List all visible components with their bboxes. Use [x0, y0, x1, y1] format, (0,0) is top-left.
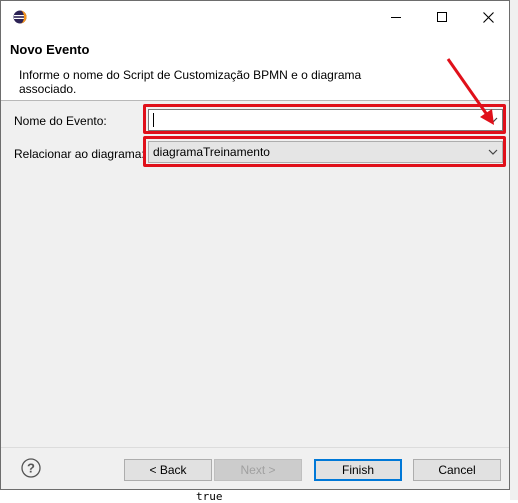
diagram-select[interactable]: diagramaTreinamento	[148, 141, 503, 163]
new-event-dialog: Novo Evento Informe o nome do Script de …	[0, 0, 510, 490]
svg-text:?: ?	[27, 461, 35, 476]
page-description: Informe o nome do Script de Customização…	[19, 68, 362, 96]
background-code-text: true	[196, 490, 223, 503]
chevron-down-icon[interactable]	[487, 146, 499, 158]
help-icon[interactable]: ?	[21, 458, 41, 478]
back-button[interactable]: < Back	[124, 459, 212, 481]
footer-divider	[1, 447, 509, 448]
title-bar	[1, 1, 509, 33]
text-caret	[153, 113, 154, 127]
diagram-label: Relacionar ao diagrama:	[14, 147, 145, 161]
cancel-button[interactable]: Cancel	[413, 459, 501, 481]
diagram-value: diagramaTreinamento	[153, 145, 270, 159]
wizard-header: Novo Evento Informe o nome do Script de …	[1, 33, 509, 101]
minimize-icon	[391, 17, 401, 18]
minimize-button[interactable]	[373, 1, 419, 33]
maximize-button[interactable]	[419, 1, 465, 33]
page-title: Novo Evento	[10, 42, 90, 57]
maximize-icon	[437, 12, 447, 22]
event-name-label: Nome do Evento:	[14, 114, 107, 128]
close-button[interactable]	[465, 1, 511, 33]
background-editor-edge	[510, 0, 518, 500]
close-icon	[482, 11, 494, 23]
annotation-arrow-icon	[446, 58, 494, 125]
finish-button[interactable]: Finish	[314, 459, 402, 481]
next-button[interactable]: Next >	[214, 459, 302, 481]
eclipse-icon	[13, 10, 27, 24]
